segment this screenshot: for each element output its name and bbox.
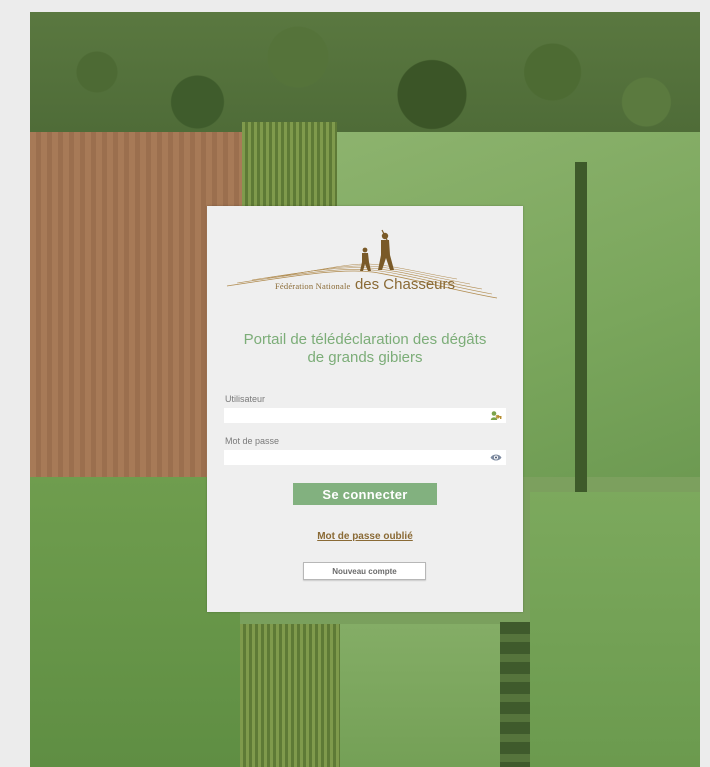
password-input[interactable] <box>224 450 484 465</box>
page-title: Portail de télédéclaration des dégâts de… <box>217 331 513 367</box>
org-prefix: Fédération Nationale <box>274 281 351 291</box>
user-key-icon[interactable] <box>490 410 502 421</box>
corn-field-bottom <box>240 624 340 767</box>
corn-field <box>242 122 337 217</box>
green-field-bottom <box>340 624 500 767</box>
green-field-right-bottom <box>530 492 700 767</box>
new-account-button[interactable]: Nouveau compte <box>303 562 426 580</box>
username-input[interactable] <box>224 408 484 423</box>
eye-icon[interactable] <box>490 452 502 463</box>
username-field-wrapper <box>224 408 506 423</box>
login-card: Fédération Nationale des Chasseurs Porta… <box>207 206 523 612</box>
login-button[interactable]: Se connecter <box>293 483 437 505</box>
page-title-line2: de grands gibiers <box>307 349 423 366</box>
password-field-wrapper <box>224 450 506 465</box>
forgot-password-link[interactable]: Mot de passe oublié <box>207 531 523 542</box>
page-title-line1: Portail de télédéclaration des dégâts <box>243 331 487 348</box>
username-label: Utilisateur <box>225 394 266 404</box>
password-label: Mot de passe <box>225 436 280 446</box>
org-name: des Chasseurs <box>354 276 456 293</box>
organization-name: Fédération Nationale des Chasseurs <box>207 276 523 294</box>
hedge <box>575 162 587 502</box>
